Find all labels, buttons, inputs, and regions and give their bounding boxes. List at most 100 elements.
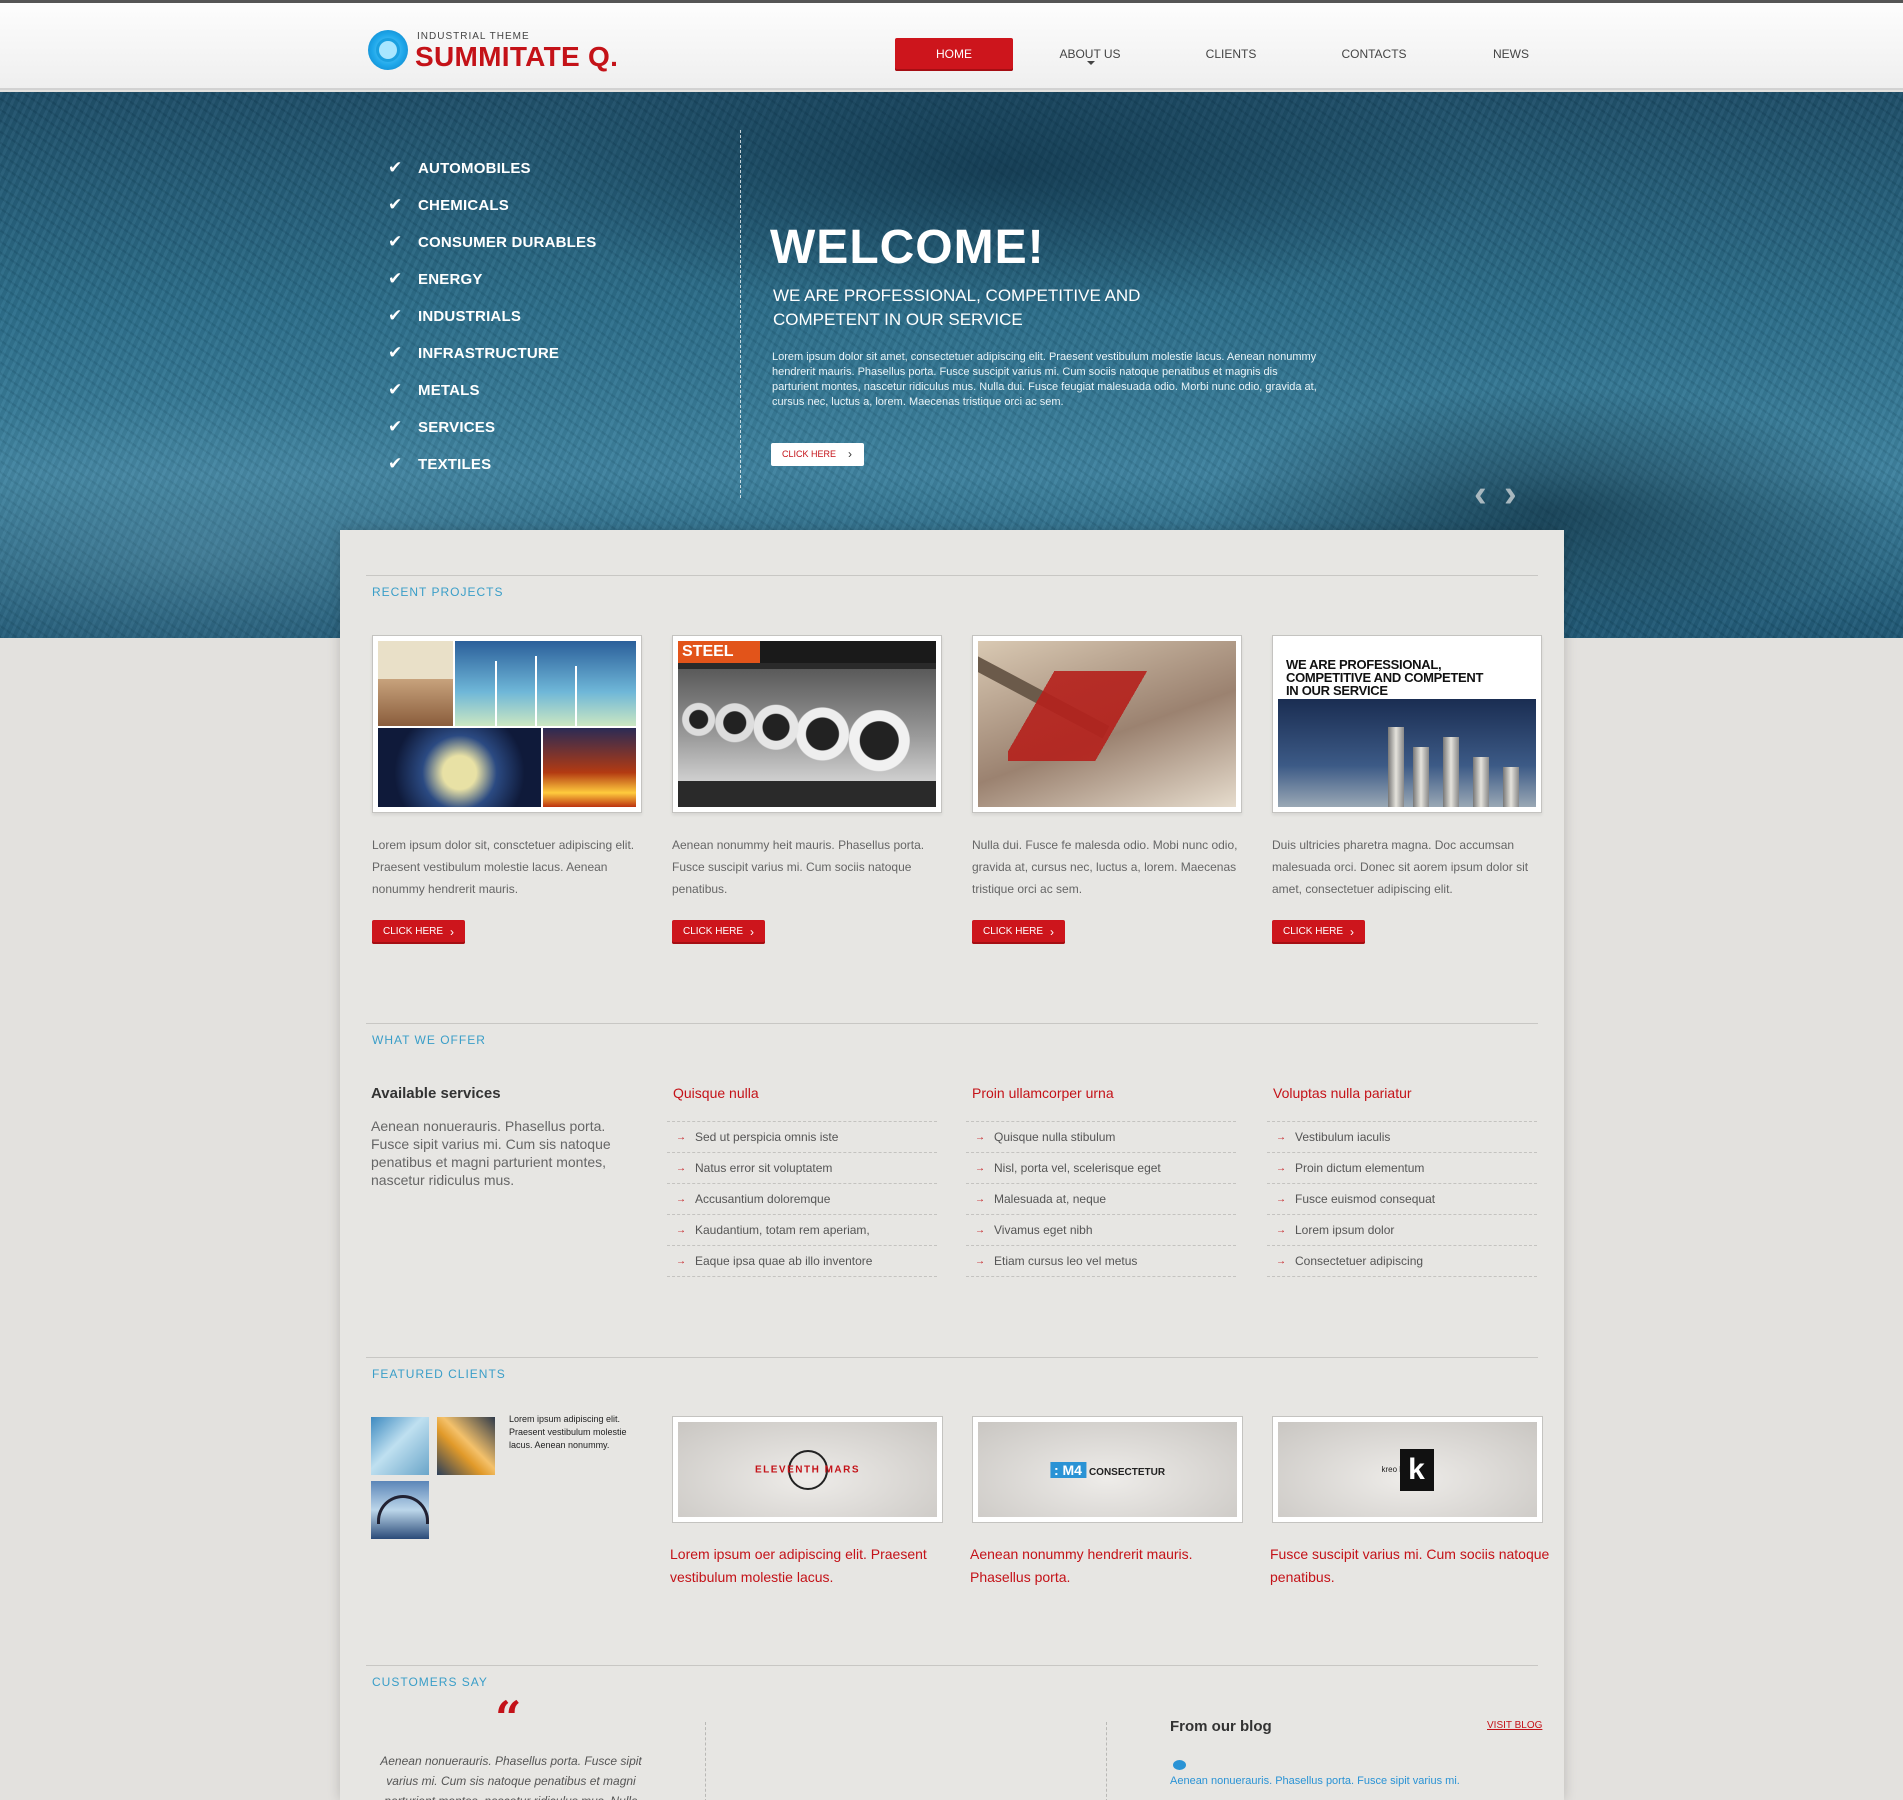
project-thumbnail[interactable]: [972, 635, 1242, 813]
list-item[interactable]: → Nisl, porta vel, scelerisque eget: [966, 1153, 1236, 1184]
client-thumbnail[interactable]: [371, 1417, 429, 1475]
arrow-right-icon: →: [975, 1163, 985, 1174]
button-label: CLICK HERE: [1283, 926, 1344, 937]
nav-contacts[interactable]: CONTACTS: [1334, 38, 1414, 71]
button-label: CLICK HERE: [683, 926, 744, 937]
offer-list: → Quisque nulla stibulum → Nisl, porta vel…: [966, 1121, 1236, 1277]
chevron-right-icon: ›: [1050, 925, 1054, 939]
project-description: Lorem ipsum dolor sit, consctetuer adipi…: [372, 838, 635, 896]
list-item-label: Nisl, porta vel, scelerisque eget: [994, 1161, 1161, 1175]
project-thumbnail[interactable]: [372, 635, 642, 813]
client-logo-name: ELEVENTH MARS: [754, 1464, 861, 1475]
arrow-right-icon: →: [676, 1225, 686, 1236]
list-item[interactable]: → Sed ut perspicia omnis iste: [667, 1122, 937, 1153]
visit-blog-link[interactable]: VISIT BLOG: [1487, 1720, 1542, 1731]
project-click-here-button[interactable]: CLICK HERE ›: [672, 920, 765, 944]
project-image-machinery: [978, 641, 1236, 807]
testimonial-text: Aenean nonuerauris. Phasellus porta. Fus…: [380, 1754, 642, 1800]
project-thumbnail[interactable]: STEEL: [672, 635, 942, 813]
nav-about-us[interactable]: ABOUT US: [1050, 38, 1130, 71]
arrow-right-icon: →: [975, 1225, 985, 1236]
list-item[interactable]: → Accusantium doloremque: [667, 1184, 937, 1215]
list-item[interactable]: → Fusce euismod consequat: [1267, 1184, 1537, 1215]
list-item-label: Quisque nulla stibulum: [994, 1130, 1116, 1144]
project-click-here-button[interactable]: CLICK HERE ›: [372, 920, 465, 944]
list-item[interactable]: → Kaudantium, totam rem aperiam,: [667, 1215, 937, 1246]
client-logo-m4: : M4 CONSECTETUR: [1049, 1461, 1165, 1478]
speech-bubble-icon: [1173, 1760, 1186, 1770]
client-thumbnail[interactable]: [437, 1417, 495, 1475]
offer-column: Quisque nulla → Sed ut perspicia omnis is…: [667, 1085, 937, 1277]
client-caption[interactable]: Fusce suscipit varius mi. Cum sociis nat…: [1270, 1543, 1555, 1589]
arrow-right-icon: →: [676, 1194, 686, 1205]
arrow-right-icon: →: [975, 1194, 985, 1205]
list-item[interactable]: → Natus error sit voluptatem: [667, 1153, 937, 1184]
client-logo-card[interactable]: : M4 CONSECTETUR: [972, 1416, 1243, 1523]
client-logo-bg: kreo kool katzk: [1278, 1422, 1537, 1517]
chevron-right-icon: ›: [750, 925, 754, 939]
list-item[interactable]: → Proin dictum elementum: [1267, 1153, 1537, 1184]
client-caption[interactable]: Aenean nonummy hendrerit mauris. Phasell…: [970, 1543, 1255, 1589]
blog-post-link[interactable]: Aenean nonuerauris. Phasellus porta. Fus…: [1170, 1775, 1490, 1787]
list-item[interactable]: → Quisque nulla stibulum: [966, 1122, 1236, 1153]
list-item-label: Kaudantium, totam rem aperiam,: [695, 1223, 870, 1237]
client-logo-letter: k: [1399, 1448, 1434, 1491]
list-item-label: Vivamus eget nibh: [994, 1223, 1093, 1237]
arrow-right-icon: →: [676, 1132, 686, 1143]
arrow-right-icon: →: [1276, 1132, 1286, 1143]
arrow-right-icon: →: [1276, 1194, 1286, 1205]
project-image-steel: STEEL: [678, 641, 936, 807]
arrow-right-icon: →: [676, 1256, 686, 1267]
list-item[interactable]: → Consectetuer adipiscing: [1267, 1246, 1537, 1277]
offer-column-heading: Quisque nulla: [673, 1085, 759, 1101]
what-we-offer-title: WHAT WE OFFER: [372, 1033, 486, 1047]
list-item-label: Malesuada at, neque: [994, 1192, 1107, 1206]
list-item-label: Fusce euismod consequat: [1295, 1192, 1436, 1206]
section-rule: [366, 1023, 1538, 1024]
list-item-label: Lorem ipsum dolor: [1295, 1223, 1395, 1237]
nav-home[interactable]: HOME: [895, 38, 1013, 71]
m4-badge: : M4: [1049, 1461, 1086, 1478]
project-description: Duis ultricies pharetra magna. Doc accum…: [1272, 838, 1529, 896]
button-label: CLICK HERE: [383, 926, 444, 937]
chevron-down-icon: [1087, 61, 1095, 65]
client-intro-text: Lorem ipsum adipiscing elit. Praesent ve…: [509, 1414, 627, 1450]
site-logo[interactable]: INDUSTRIAL THEME SUMMITATE Q.: [368, 27, 628, 73]
section-rule: [366, 1357, 1538, 1358]
client-logo-card[interactable]: ELEVENTH MARS: [672, 1416, 943, 1523]
offer-column-heading: Voluptas nulla pariatur: [1273, 1085, 1412, 1101]
nav-news[interactable]: NEWS: [1486, 38, 1536, 71]
project-image-collage: [378, 641, 636, 807]
column-divider: [705, 1722, 706, 1800]
project-click-here-button[interactable]: CLICK HERE ›: [972, 920, 1065, 944]
arrow-right-icon: →: [975, 1132, 985, 1143]
list-item[interactable]: → Vestibulum iaculis: [1267, 1122, 1537, 1153]
project-thumbnail[interactable]: WE ARE PROFESSIONAL, COMPETITIVE AND COM…: [1272, 635, 1542, 813]
section-rule: [366, 1665, 1538, 1666]
list-item-label: Proin dictum elementum: [1295, 1161, 1425, 1175]
offer-list: → Sed ut perspicia omnis iste → Natus erro…: [667, 1121, 937, 1277]
nav-clients[interactable]: CLIENTS: [1196, 38, 1266, 71]
project-image-refinery: WE ARE PROFESSIONAL, COMPETITIVE AND COM…: [1278, 641, 1536, 807]
list-item[interactable]: → Malesuada at, neque: [966, 1184, 1236, 1215]
list-item[interactable]: → Etiam cursus leo vel metus: [966, 1246, 1236, 1277]
list-item[interactable]: → Lorem ipsum dolor: [1267, 1215, 1537, 1246]
list-item-label: Consectetuer adipiscing: [1295, 1254, 1424, 1268]
arrow-right-icon: →: [676, 1163, 686, 1174]
thumbnail-heading: WE ARE PROFESSIONAL, COMPETITIVE AND COM…: [1286, 657, 1484, 698]
offer-column: Proin ullamcorper urna → Quisque nulla st…: [966, 1085, 1236, 1277]
arrow-right-icon: →: [975, 1256, 985, 1267]
list-item-label: Natus error sit voluptatem: [695, 1161, 833, 1175]
chevron-right-icon: ›: [1350, 925, 1354, 939]
section-rule: [366, 575, 1538, 576]
list-item[interactable]: → Vivamus eget nibh: [966, 1215, 1236, 1246]
quote-icon: “: [495, 1691, 522, 1745]
list-item[interactable]: → Eaque ipsa quae ab illo inventore: [667, 1246, 937, 1277]
chevron-right-icon: ›: [450, 925, 454, 939]
project-click-here-button[interactable]: CLICK HERE ›: [1272, 920, 1365, 944]
list-item-label: Vestibulum iaculis: [1295, 1130, 1391, 1144]
available-services-title: Available services: [371, 1085, 501, 1102]
client-caption[interactable]: Lorem ipsum oer adipiscing elit. Praesen…: [670, 1543, 955, 1589]
client-logo-card[interactable]: kreo kool katzk: [1272, 1416, 1543, 1523]
client-thumbnail[interactable]: [371, 1481, 429, 1539]
